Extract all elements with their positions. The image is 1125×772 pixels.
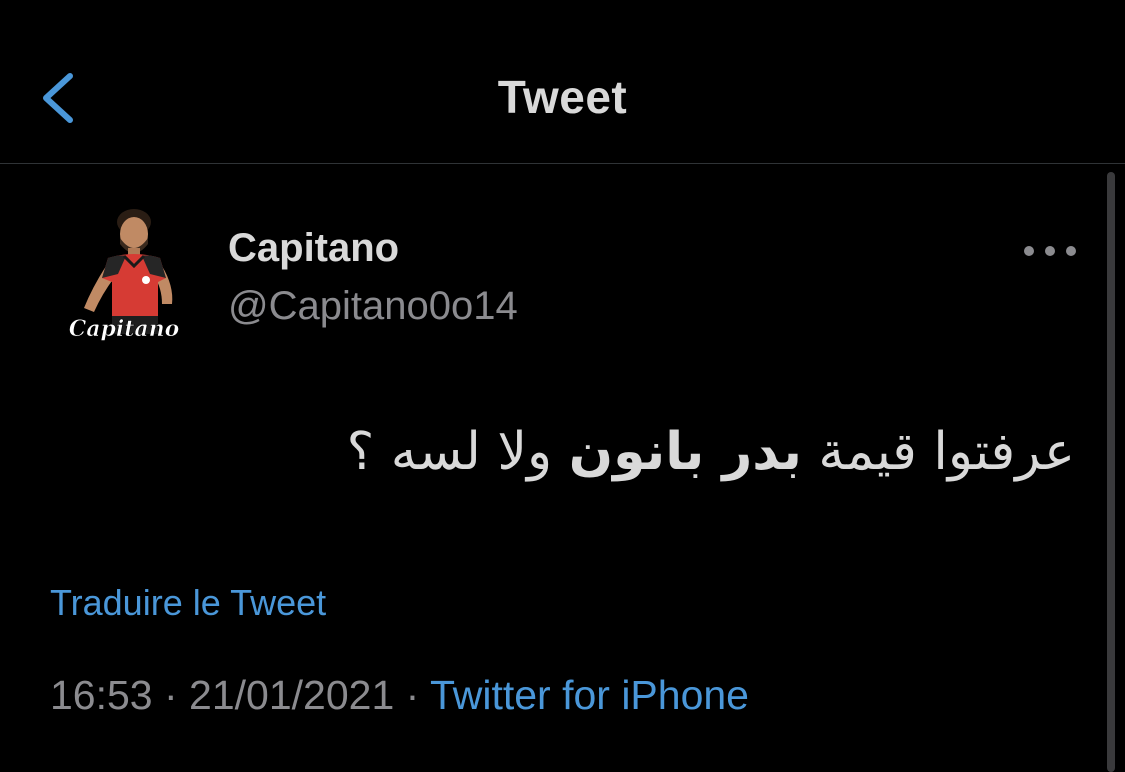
avatar-image: Capitano xyxy=(68,209,180,342)
tweet-time: 16:53 xyxy=(50,672,153,718)
more-dot xyxy=(1024,246,1034,256)
translate-tweet-link[interactable]: Traduire le Tweet xyxy=(50,582,326,624)
author-name[interactable]: Capitano xyxy=(228,226,399,271)
more-options-icon[interactable] xyxy=(1024,236,1076,266)
meta-separator: · xyxy=(152,672,190,718)
tweet-source-link[interactable]: Twitter for iPhone xyxy=(430,672,749,718)
avatar-caption: Capitano xyxy=(69,316,180,342)
meta-separator: · xyxy=(394,672,430,718)
tweet-metadata: 16:53 · 21/01/2021 · Twitter for iPhone xyxy=(50,672,749,719)
author-handle[interactable]: @Capitano0o14 xyxy=(228,284,518,329)
more-dot xyxy=(1045,246,1055,256)
tweet-text: عرفتوا قيمة بدر بانون ولا لسه ؟ xyxy=(347,422,1075,482)
scrollbar[interactable] xyxy=(1107,172,1115,772)
tweet-text-part1: عرفتوا قيمة xyxy=(801,422,1075,482)
avatar[interactable]: Capitano xyxy=(62,204,192,354)
tweet-text-part2: ولا لسه ؟ xyxy=(346,422,569,482)
page-title: Tweet xyxy=(497,71,628,123)
navigation-header: Tweet xyxy=(0,0,1125,164)
tweet-date: 21/01/2021 xyxy=(189,672,395,718)
more-dot xyxy=(1066,246,1076,256)
tweet-text-bold: بدر بانون xyxy=(568,422,802,482)
